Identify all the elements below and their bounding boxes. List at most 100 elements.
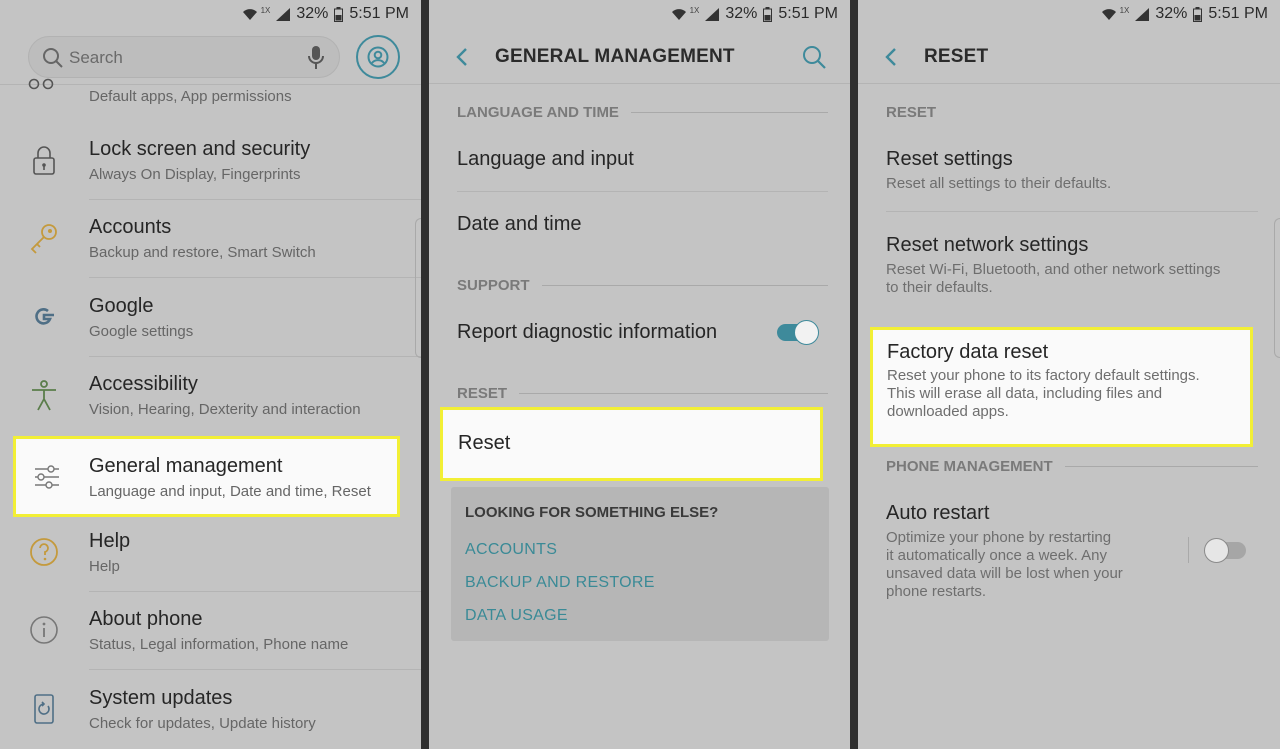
report-diagnostic-toggle[interactable] <box>775 319 821 345</box>
network-type: 1X <box>1119 5 1130 15</box>
battery-icon <box>334 6 344 22</box>
settings-item-title: Accessibility <box>89 373 198 395</box>
battery-icon <box>763 6 773 22</box>
section-header-reset: RESET <box>886 104 1258 121</box>
reset-settings-subtitle: Reset all settings to their defaults. <box>886 175 1112 192</box>
factory-reset-subtitle-line: downloaded apps. <box>887 403 1009 420</box>
reset-item[interactable]: Reset <box>440 407 823 481</box>
wifi-icon <box>1101 8 1116 20</box>
settings-item-subtitle: Language and input, Date and time, Reset <box>89 483 371 500</box>
search-icon[interactable] <box>800 43 828 71</box>
language-input-item[interactable]: Language and input <box>457 148 828 171</box>
language-input-label: Language and input <box>457 148 634 170</box>
settings-item-apps[interactable]: Default apps, App permissions <box>0 44 421 122</box>
link-backup-and-restore[interactable]: BACKUP AND RESTORE <box>465 574 655 592</box>
report-diagnostic-item[interactable]: Report diagnostic information <box>457 321 828 344</box>
link-data-usage[interactable]: DATA USAGE <box>465 607 568 625</box>
settings-item-lock-screen[interactable]: Lock screen and security Always On Displ… <box>0 122 421 200</box>
page-title: RESET <box>924 46 989 67</box>
reset-network-title: Reset network settings <box>886 234 1089 256</box>
status-bar: 1X 32% 5:51 PM <box>429 0 850 30</box>
section-header-language: LANGUAGE AND TIME <box>457 104 828 121</box>
help-icon <box>30 538 58 566</box>
back-arrow-icon[interactable] <box>880 44 902 70</box>
general-management-panel: 1X 32% 5:51 PM GENERAL MANAGEMENT LANGUA… <box>429 0 850 749</box>
battery-percent: 32% <box>296 5 329 22</box>
key-icon <box>30 224 57 254</box>
lock-icon <box>33 146 55 175</box>
system-update-icon <box>34 694 54 724</box>
settings-item-subtitle: Always On Display, Fingerprints <box>89 166 301 183</box>
section-header-label: RESET <box>457 385 508 402</box>
settings-item-title: About phone <box>89 608 203 630</box>
card-header: LOOKING FOR SOMETHING ELSE? <box>465 504 719 521</box>
signal-icon <box>1135 7 1150 21</box>
date-time-item[interactable]: Date and time <box>457 213 828 236</box>
signal-icon <box>276 7 291 21</box>
google-icon <box>35 308 54 325</box>
settings-item-title: Help <box>89 530 131 552</box>
wifi-icon <box>671 8 686 20</box>
section-line <box>630 112 828 113</box>
reset-network-settings-item[interactable]: Reset network settings Reset Wi-Fi, Blue… <box>886 234 1258 297</box>
clock: 5:51 PM <box>1208 5 1268 22</box>
settings-item-system-updates[interactable]: System updates Check for updates, Update… <box>0 671 421 749</box>
scrollbar[interactable] <box>1274 218 1280 358</box>
settings-item-accessibility[interactable]: Accessibility Vision, Hearing, Dexterity… <box>0 357 421 435</box>
toggle-knob <box>794 320 819 345</box>
settings-item-subtitle: Default apps, App permissions <box>89 88 292 105</box>
apps-icon <box>28 78 60 94</box>
factory-reset-subtitle: Reset your phone to its factory default … <box>887 367 1200 421</box>
section-header-label: PHONE MANAGEMENT <box>886 458 1053 475</box>
divider <box>886 211 1258 212</box>
settings-item-general-management[interactable]: General management Language and input, D… <box>13 436 400 517</box>
settings-item-accounts[interactable]: Accounts Backup and restore, Smart Switc… <box>0 200 421 278</box>
auto-restart-subtitle-line: Optimize your phone by restarting <box>886 529 1112 546</box>
link-accounts[interactable]: ACCOUNTS <box>465 541 557 559</box>
clock: 5:51 PM <box>349 5 409 22</box>
app-bar: GENERAL MANAGEMENT <box>429 30 850 84</box>
sliders-icon <box>35 465 59 489</box>
auto-restart-toggle[interactable] <box>1204 537 1250 563</box>
reset-network-subtitle-line: Reset Wi-Fi, Bluetooth, and other networ… <box>886 261 1221 278</box>
back-arrow-icon[interactable] <box>451 44 473 70</box>
divider <box>89 669 421 670</box>
auto-restart-subtitle-line: unsaved data will be lost when your <box>886 565 1123 582</box>
settings-item-subtitle: Status, Legal information, Phone name <box>89 636 349 653</box>
section-line <box>1064 466 1258 467</box>
reset-settings-item[interactable]: Reset settings Reset all settings to the… <box>886 148 1258 193</box>
settings-item-subtitle: Backup and restore, Smart Switch <box>89 244 316 261</box>
section-header-reset: RESET <box>457 385 828 402</box>
info-icon <box>30 616 58 644</box>
reset-network-subtitle-line: to their defaults. <box>886 279 993 296</box>
battery-percent: 32% <box>725 5 758 22</box>
signal-icon <box>705 7 720 21</box>
clock: 5:51 PM <box>778 5 838 22</box>
factory-data-reset-item[interactable]: Factory data reset Reset your phone to i… <box>870 327 1253 447</box>
section-header-support: SUPPORT <box>457 277 828 294</box>
date-time-label: Date and time <box>457 213 582 235</box>
settings-item-subtitle: Help <box>89 558 120 575</box>
settings-item-title: System updates <box>89 687 233 709</box>
settings-item-help[interactable]: Help Help <box>0 514 421 592</box>
auto-restart-item[interactable]: Auto restart Optimize your phone by rest… <box>886 502 1160 601</box>
section-header-phone-management: PHONE MANAGEMENT <box>886 458 1258 475</box>
network-type: 1X <box>689 5 700 15</box>
wifi-icon <box>242 8 257 20</box>
settings-item-google[interactable]: Google Google settings <box>0 279 421 357</box>
section-header-label: LANGUAGE AND TIME <box>457 104 619 121</box>
looking-for-something-else-card: LOOKING FOR SOMETHING ELSE? ACCOUNTS BAC… <box>451 487 829 641</box>
settings-item-title: Lock screen and security <box>89 138 311 160</box>
settings-item-title: Google <box>89 295 154 317</box>
divider <box>457 191 828 192</box>
toggle-separator <box>1188 537 1189 563</box>
section-header-label: RESET <box>886 104 937 121</box>
settings-item-subtitle: Check for updates, Update history <box>89 715 316 732</box>
status-bar: 1X 32% 5:51 PM <box>858 0 1280 30</box>
factory-reset-subtitle-line: Reset your phone to its factory default … <box>887 367 1200 384</box>
settings-item-about-phone[interactable]: About phone Status, Legal information, P… <box>0 592 421 670</box>
auto-restart-subtitle-line: phone restarts. <box>886 583 987 600</box>
scrollbar[interactable] <box>415 218 421 358</box>
settings-item-subtitle: Vision, Hearing, Dexterity and interacti… <box>89 401 361 418</box>
section-header-label: SUPPORT <box>457 277 530 294</box>
